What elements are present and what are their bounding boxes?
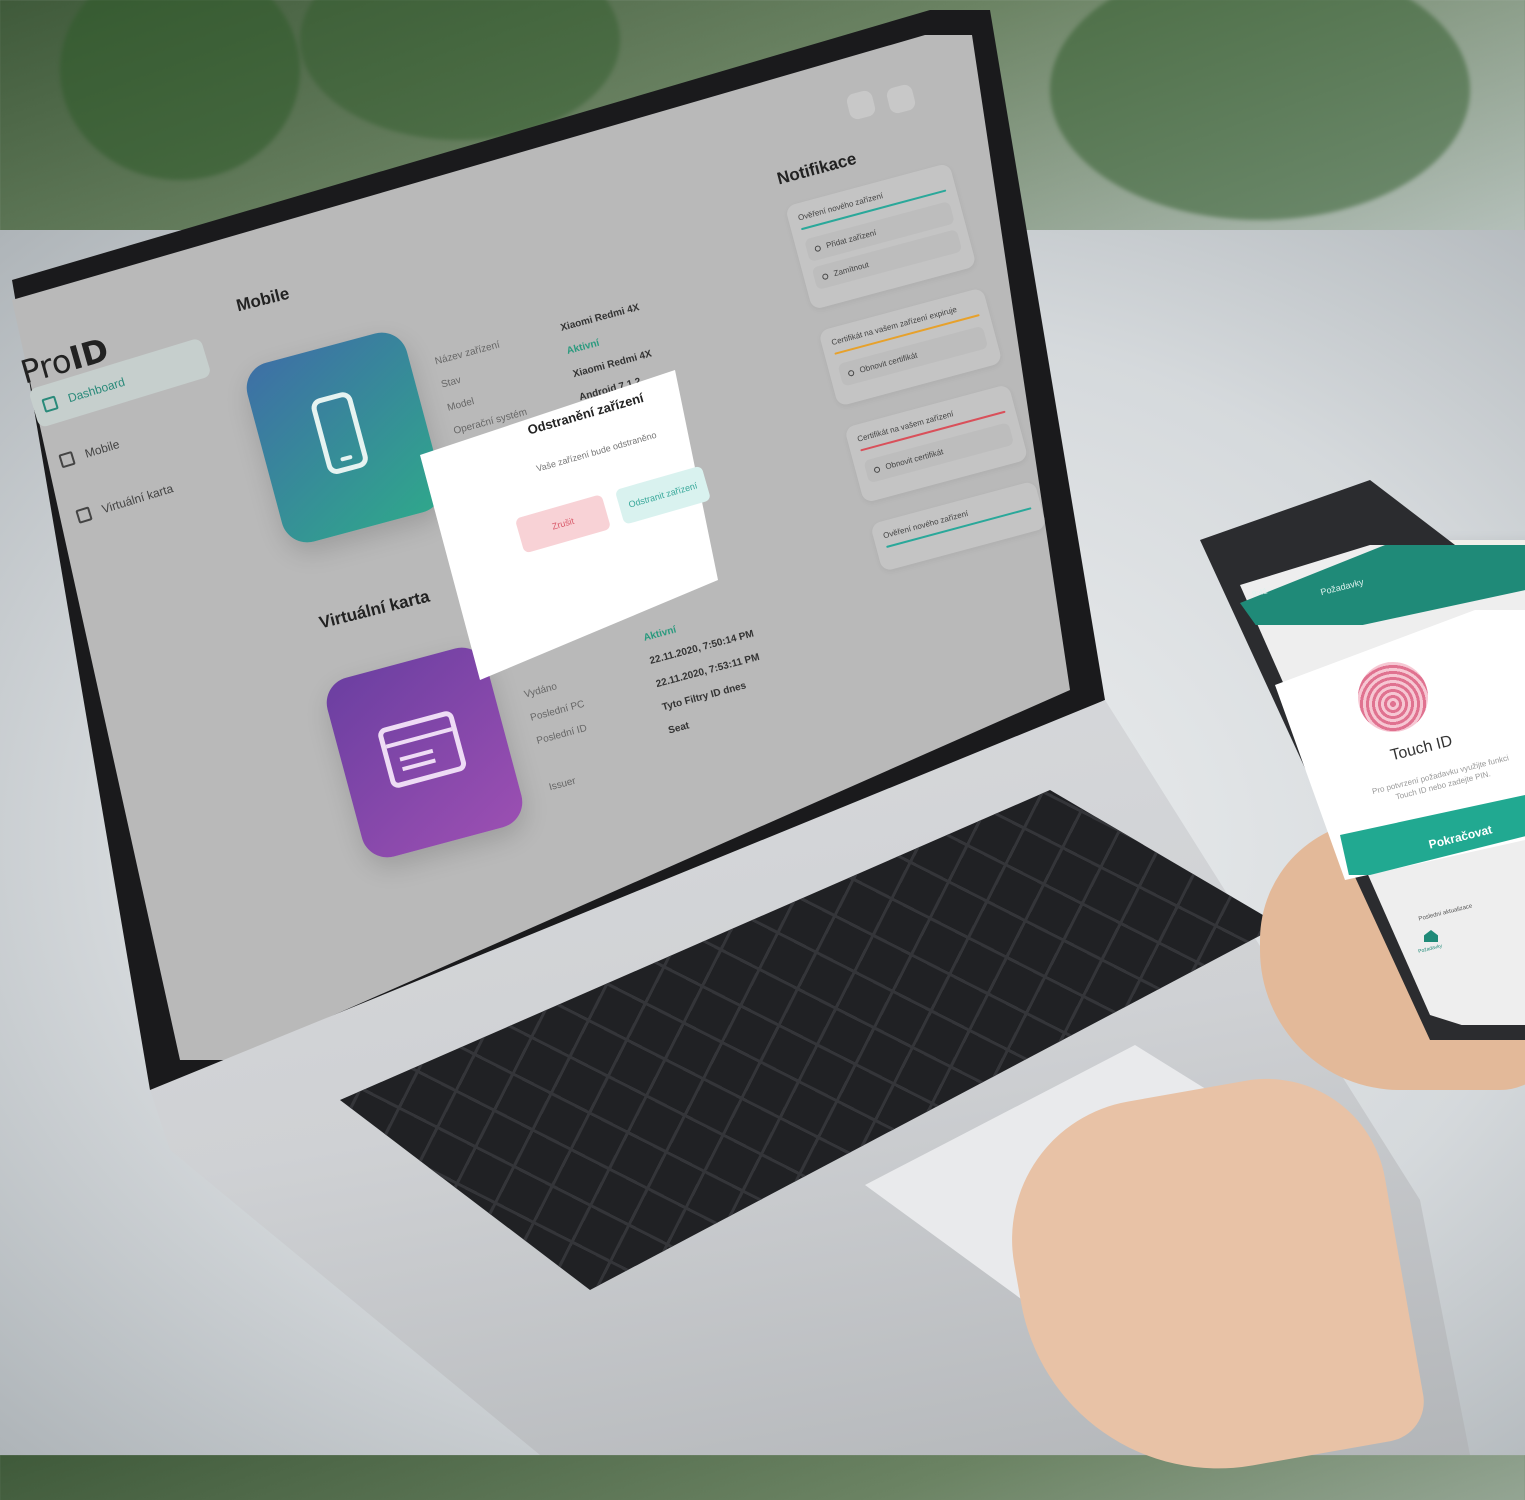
notification-title: Ověření nového zařízení	[882, 508, 970, 541]
refresh-icon	[847, 369, 855, 377]
fingerprint-icon[interactable]	[1358, 662, 1428, 732]
notification-card[interactable]: Certifikát na vašem zařízení Obnovit cer…	[844, 383, 1029, 504]
background-plant	[60, 0, 300, 180]
sidebar-item-label: Dashboard	[66, 374, 127, 406]
card-icon	[75, 506, 93, 524]
sidebar-item-label: Virtuální karta	[100, 481, 175, 517]
phone-icon	[58, 450, 76, 469]
notification-card[interactable]: Certifikát na vašem zařízení expiruje Ob…	[818, 287, 1003, 407]
plus-icon	[813, 244, 822, 252]
card-icon	[376, 709, 468, 790]
grid-icon	[41, 395, 59, 413]
close-icon	[821, 272, 829, 280]
refresh-icon	[873, 465, 881, 473]
sidebar-item-label: Mobile	[83, 437, 122, 461]
notification-card[interactable]: Ověření nového zařízení Přidat zařízení …	[784, 162, 977, 311]
background-plant	[1050, 0, 1470, 220]
phone-icon	[309, 389, 371, 477]
